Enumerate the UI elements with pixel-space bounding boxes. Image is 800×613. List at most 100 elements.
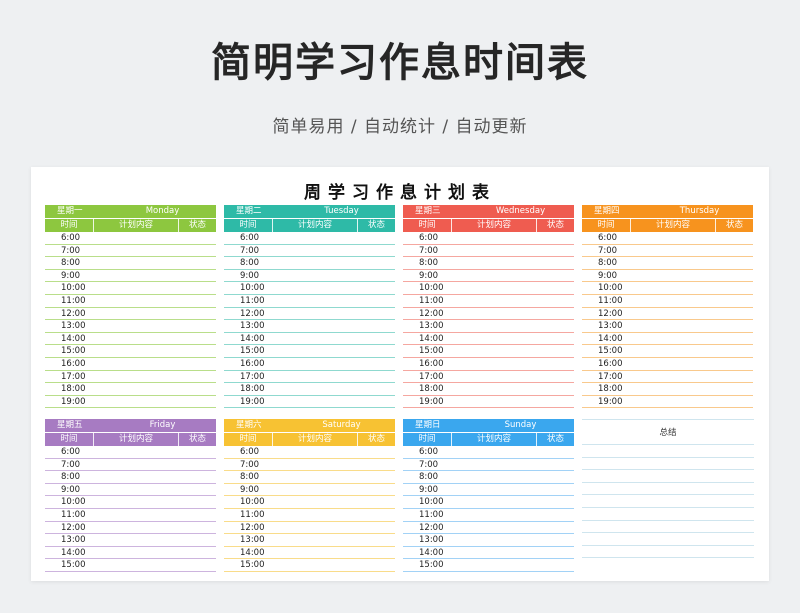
time-row[interactable]: 6:00 xyxy=(224,232,395,245)
time-row[interactable]: 15:00 xyxy=(45,345,216,358)
time-row[interactable]: 9:00 xyxy=(403,484,574,497)
time-row[interactable]: 8:00 xyxy=(224,257,395,270)
time-row[interactable]: 9:00 xyxy=(582,270,753,283)
time-row[interactable]: 10:00 xyxy=(403,496,574,509)
summary-line[interactable] xyxy=(582,521,754,534)
time-row[interactable]: 7:00 xyxy=(403,459,574,472)
time-row[interactable]: 14:00 xyxy=(224,547,395,560)
time-row[interactable]: 17:00 xyxy=(403,371,574,384)
time-row[interactable]: 13:00 xyxy=(45,320,216,333)
time-row[interactable]: 7:00 xyxy=(403,245,574,258)
time-label: 15:00 xyxy=(598,346,623,357)
time-row[interactable]: 7:00 xyxy=(224,245,395,258)
summary-line[interactable] xyxy=(582,470,754,483)
time-row[interactable]: 16:00 xyxy=(224,358,395,371)
time-row[interactable]: 11:00 xyxy=(403,509,574,522)
time-row[interactable]: 16:00 xyxy=(45,358,216,371)
summary-line[interactable] xyxy=(582,533,754,546)
time-row[interactable]: 6:00 xyxy=(45,232,216,245)
time-row[interactable]: 10:00 xyxy=(403,282,574,295)
time-row[interactable]: 9:00 xyxy=(45,484,216,497)
time-row[interactable]: 14:00 xyxy=(45,333,216,346)
summary-line[interactable] xyxy=(582,508,754,521)
time-row[interactable]: 14:00 xyxy=(224,333,395,346)
time-row[interactable]: 6:00 xyxy=(403,446,574,459)
time-row[interactable]: 11:00 xyxy=(45,295,216,308)
time-row[interactable]: 8:00 xyxy=(403,257,574,270)
time-row[interactable]: 19:00 xyxy=(45,396,216,409)
time-row[interactable]: 6:00 xyxy=(224,446,395,459)
time-row[interactable]: 10:00 xyxy=(224,282,395,295)
time-row[interactable]: 12:00 xyxy=(45,308,216,321)
time-row[interactable]: 14:00 xyxy=(403,547,574,560)
day-name-en: Tuesday xyxy=(324,206,359,216)
time-row[interactable]: 14:00 xyxy=(403,333,574,346)
time-row[interactable]: 16:00 xyxy=(403,358,574,371)
time-row[interactable]: 8:00 xyxy=(45,257,216,270)
time-row[interactable]: 9:00 xyxy=(403,270,574,283)
summary-line[interactable] xyxy=(582,483,754,496)
time-row[interactable]: 10:00 xyxy=(224,496,395,509)
time-label: 6:00 xyxy=(419,447,439,457)
time-row[interactable]: 9:00 xyxy=(224,484,395,497)
time-row[interactable]: 10:00 xyxy=(45,496,216,509)
time-row[interactable]: 17:00 xyxy=(582,371,753,384)
time-row[interactable]: 7:00 xyxy=(224,459,395,472)
time-row[interactable]: 12:00 xyxy=(403,522,574,535)
time-row[interactable]: 11:00 xyxy=(403,295,574,308)
summary-line[interactable] xyxy=(582,546,754,559)
time-row[interactable]: 15:00 xyxy=(403,559,574,572)
time-row[interactable]: 10:00 xyxy=(582,282,753,295)
time-row[interactable]: 11:00 xyxy=(224,509,395,522)
time-row[interactable]: 12:00 xyxy=(582,308,753,321)
time-row[interactable]: 7:00 xyxy=(582,245,753,258)
time-row[interactable]: 15:00 xyxy=(582,345,753,358)
time-row[interactable]: 13:00 xyxy=(403,534,574,547)
time-row[interactable]: 13:00 xyxy=(45,534,216,547)
time-row[interactable]: 13:00 xyxy=(582,320,753,333)
time-row[interactable]: 8:00 xyxy=(582,257,753,270)
time-row[interactable]: 18:00 xyxy=(45,383,216,396)
time-row[interactable]: 18:00 xyxy=(224,383,395,396)
time-label: 15:00 xyxy=(61,560,86,571)
time-row[interactable]: 7:00 xyxy=(45,245,216,258)
time-row[interactable]: 10:00 xyxy=(45,282,216,295)
time-row[interactable]: 12:00 xyxy=(224,308,395,321)
time-row[interactable]: 6:00 xyxy=(403,232,574,245)
time-row[interactable]: 7:00 xyxy=(45,459,216,472)
time-row[interactable]: 11:00 xyxy=(582,295,753,308)
time-row[interactable]: 6:00 xyxy=(45,446,216,459)
time-row[interactable]: 13:00 xyxy=(403,320,574,333)
time-row[interactable]: 12:00 xyxy=(403,308,574,321)
time-row[interactable]: 8:00 xyxy=(224,471,395,484)
time-row[interactable]: 8:00 xyxy=(45,471,216,484)
time-row[interactable]: 15:00 xyxy=(45,559,216,572)
time-row[interactable]: 12:00 xyxy=(224,522,395,535)
time-row[interactable]: 14:00 xyxy=(45,547,216,560)
time-row[interactable]: 14:00 xyxy=(582,333,753,346)
summary-line[interactable] xyxy=(582,458,754,471)
time-row[interactable]: 19:00 xyxy=(582,396,753,409)
time-row[interactable]: 17:00 xyxy=(45,371,216,384)
time-row[interactable]: 18:00 xyxy=(582,383,753,396)
summary-line[interactable] xyxy=(582,445,754,458)
time-row[interactable]: 13:00 xyxy=(224,320,395,333)
day-table-thursday: 星期四 Thursday 时间 计划内容 状态 6:00 7:00 8:00 9:00 10:00… xyxy=(582,205,753,409)
time-row[interactable]: 16:00 xyxy=(582,358,753,371)
time-row[interactable]: 8:00 xyxy=(403,471,574,484)
time-row[interactable]: 15:00 xyxy=(224,559,395,572)
time-row[interactable]: 13:00 xyxy=(224,534,395,547)
time-row[interactable]: 11:00 xyxy=(45,509,216,522)
time-row[interactable]: 18:00 xyxy=(403,383,574,396)
time-row[interactable]: 12:00 xyxy=(45,522,216,535)
time-row[interactable]: 11:00 xyxy=(224,295,395,308)
time-row[interactable]: 6:00 xyxy=(582,232,753,245)
time-row[interactable]: 9:00 xyxy=(224,270,395,283)
time-row[interactable]: 17:00 xyxy=(224,371,395,384)
summary-line[interactable] xyxy=(582,495,754,508)
time-row[interactable]: 9:00 xyxy=(45,270,216,283)
time-row[interactable]: 15:00 xyxy=(403,345,574,358)
time-row[interactable]: 15:00 xyxy=(224,345,395,358)
time-row[interactable]: 19:00 xyxy=(224,396,395,409)
time-row[interactable]: 19:00 xyxy=(403,396,574,409)
